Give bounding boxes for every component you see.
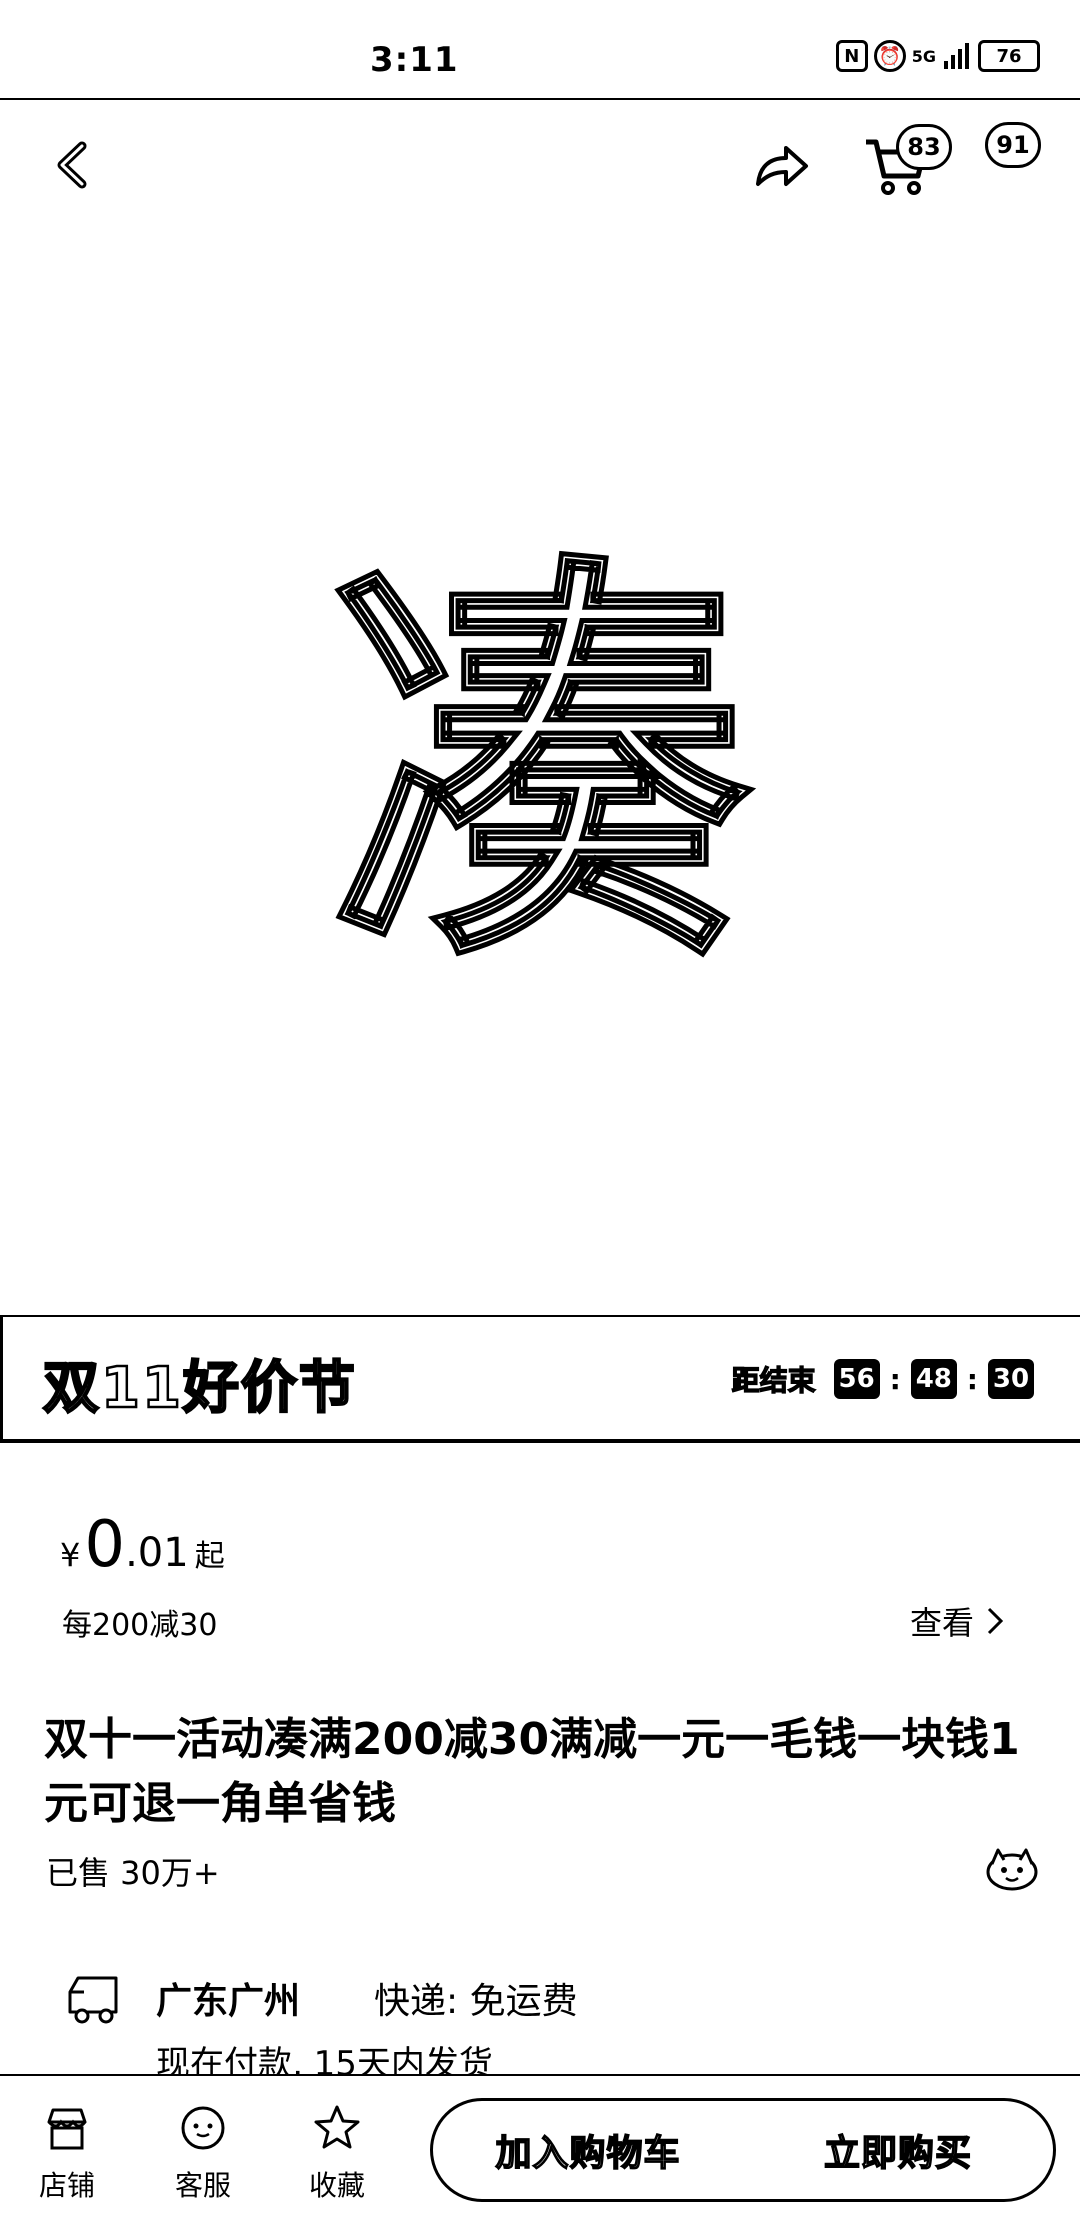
star-icon [314,2105,360,2149]
customer-service-button[interactable]: 客服 [158,2102,248,2204]
countdown-label: 距结束 [731,1363,816,1397]
ship-location: 广东广州 [156,1981,301,2022]
price-decimal: .01 [125,1530,189,1576]
service-label: 客服 [174,2169,231,2202]
countdown-seconds: 30 [988,1359,1034,1399]
store-label: 店铺 [38,2169,95,2202]
product-image-character: 凑 [328,525,753,1014]
store-icon [47,2108,87,2150]
view-label: 查看 [910,1604,975,1642]
chevron-right-icon [987,1607,1004,1635]
message-badge[interactable]: 91 [985,122,1041,168]
product-image[interactable]: 凑 [0,230,1080,1310]
network-label: 5G [911,46,936,66]
status-icons: N ⏰ 5G 76 [835,40,1040,72]
promo-banner: 双11好价节 距结束 56 : 48 : 30 [0,1315,1080,1443]
countdown-hours: 56 [833,1359,880,1399]
countdown-separator: : [966,1362,978,1396]
store-button[interactable]: 店铺 [22,2102,112,2204]
view-discount-link[interactable]: 查看 [910,1598,1004,1644]
cart-badge: 83 [896,124,952,170]
promo-countdown: 距结束 56 : 48 : 30 [731,1359,1034,1399]
bottom-action-bar: 店铺 客服 收藏 加入购物车 立即购买 [0,2074,1080,2228]
top-nav: 83 91 [0,100,1080,230]
purchase-actions: 加入购物车 立即购买 [430,2098,1056,2202]
ship-method: 快递: 免运费 [374,1981,578,2022]
buy-now-button[interactable]: 立即购买 [743,2124,1053,2176]
sold-count: 已售 30万+ [46,1854,220,1892]
back-icon[interactable] [52,140,96,190]
service-icon [181,2106,225,2150]
nfc-icon: N [835,40,868,72]
price: ¥ 0 .01 起 [60,1508,225,1582]
truck-icon [68,1976,118,2024]
mascot-icon[interactable] [984,1846,1040,1892]
battery-level: 76 [996,45,1022,67]
price-suffix: 起 [194,1539,225,1574]
price-integer: 0 [84,1508,126,1582]
share-icon[interactable] [752,140,810,190]
battery-icon: 76 [978,40,1040,72]
countdown-minutes: 48 [910,1359,957,1399]
promo-title: 双11好价节 [42,1355,357,1423]
price-currency: ¥ [60,1536,81,1574]
signal-icon [944,43,969,69]
favorite-label: 收藏 [308,2169,365,2202]
status-time: 3:11 [370,40,459,80]
status-bar: 3:11 N ⏰ 5G 76 [0,0,1080,100]
alarm-icon: ⏰ [873,40,906,72]
product-title: 双十一活动凑满200减30满减一元一毛钱一块钱1元可退一角单省钱 [44,1714,1020,1829]
discount-text: 每200减30 [62,1608,218,1643]
favorite-button[interactable]: 收藏 [292,2102,382,2204]
countdown-separator: : [889,1362,901,1396]
add-to-cart-button[interactable]: 加入购物车 [433,2124,743,2176]
